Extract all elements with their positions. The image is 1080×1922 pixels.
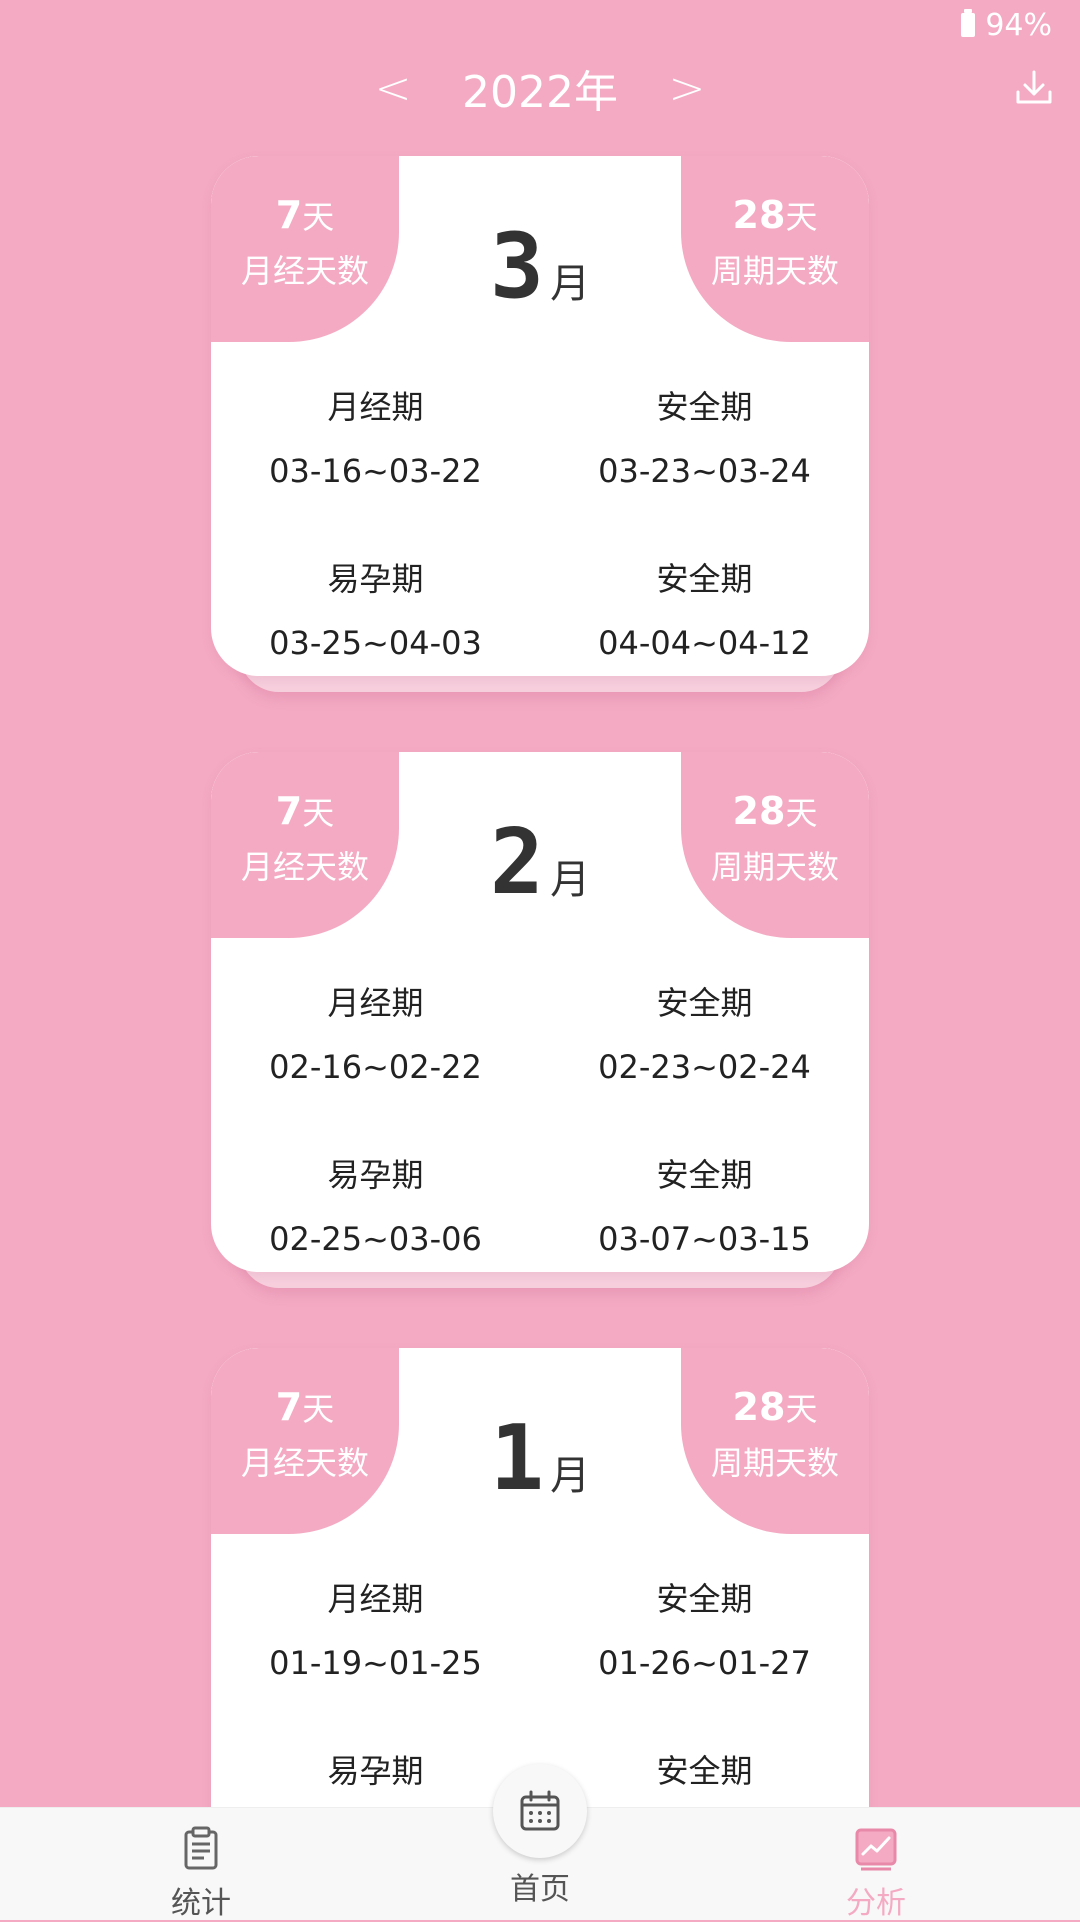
phase-grid: 月经期 03-16~03-22 安全期 03-23~03-24 易孕期 03-2… — [211, 382, 869, 662]
phase-range: 02-16~02-22 — [269, 1048, 482, 1086]
clipboard-icon — [184, 1826, 218, 1870]
phase-label: 月经期 — [327, 1580, 424, 1618]
phase-label: 安全期 — [656, 1752, 753, 1790]
phase-range: 03-25~04-03 — [269, 624, 482, 662]
status-bar: 94% — [780, 0, 1080, 50]
phase-safe: 安全期 03-23~03-24 — [540, 382, 869, 490]
battery-level: 94% — [985, 7, 1052, 43]
phase-safe: 安全期 04-04~04-12 — [540, 554, 869, 662]
phase-label: 月经期 — [327, 984, 424, 1022]
phase-label: 易孕期 — [327, 1752, 424, 1790]
phase-range: 01-26~01-27 — [598, 1644, 811, 1682]
phase-label: 易孕期 — [327, 560, 424, 598]
prev-year-button[interactable]: < — [358, 63, 428, 114]
month-title: 2 月 — [211, 810, 869, 915]
battery-icon — [961, 9, 976, 37]
phase-safe: 安全期 03-07~03-15 — [540, 1150, 869, 1258]
year-navigator: < 2022年 > — [0, 48, 1080, 128]
nav-analysis-label: 分析 — [846, 1886, 906, 1921]
phase-range: 01-19~01-25 — [269, 1644, 482, 1682]
nav-stats[interactable]: 统计 — [101, 1808, 301, 1921]
month-unit: 月 — [550, 857, 591, 903]
phase-range: 03-23~03-24 — [598, 452, 811, 490]
nav-home-label: 首页 — [510, 1872, 570, 1907]
nav-stats-label: 统计 — [171, 1886, 231, 1921]
phase-menstrual: 月经期 03-16~03-22 — [211, 382, 540, 490]
phase-safe: 安全期 02-23~02-24 — [540, 978, 869, 1086]
phase-safe: 安全期 01-26~01-27 — [540, 1574, 869, 1682]
nav-analysis[interactable]: 分析 — [776, 1808, 976, 1921]
phase-range: 03-07~03-15 — [598, 1220, 811, 1258]
phase-range: 02-25~03-06 — [269, 1220, 482, 1258]
phase-fertile: 易孕期 03-25~04-03 — [211, 554, 540, 662]
phase-label: 月经期 — [327, 388, 424, 426]
month-number: 3 — [489, 214, 544, 319]
phase-label: 易孕期 — [327, 1156, 424, 1194]
phase-range: 02-23~02-24 — [598, 1048, 811, 1086]
phase-menstrual: 月经期 02-16~02-22 — [211, 978, 540, 1086]
phase-menstrual: 月经期 01-19~01-25 — [211, 1574, 540, 1682]
phase-fertile: 易孕期 02-25~03-06 — [211, 1150, 540, 1258]
phase-label: 安全期 — [656, 1156, 753, 1194]
phase-range: 03-16~03-22 — [269, 452, 482, 490]
nav-home-button[interactable] — [493, 1764, 587, 1858]
download-icon[interactable] — [1012, 66, 1056, 110]
phase-label: 安全期 — [656, 984, 753, 1022]
calendar-icon — [520, 1790, 560, 1831]
month-number: 1 — [489, 1406, 544, 1511]
phase-range: 04-04~04-12 — [598, 624, 811, 662]
next-year-button[interactable]: > — [652, 63, 722, 114]
month-card: 7 天 月经天数 28 天 周期天数 2 月 月经期 02-16~02-22 安… — [211, 752, 869, 1288]
month-title: 3 月 — [211, 214, 869, 319]
month-unit: 月 — [550, 261, 591, 307]
header: < 2022年 > — [0, 48, 1080, 128]
month-number: 2 — [489, 810, 544, 915]
phase-label: 安全期 — [656, 560, 753, 598]
month-card-body[interactable]: 7 天 月经天数 28 天 周期天数 3 月 月经期 03-16~03-22 安… — [211, 156, 869, 676]
month-card-body[interactable]: 7 天 月经天数 28 天 周期天数 2 月 月经期 02-16~02-22 安… — [211, 752, 869, 1272]
phase-label: 安全期 — [656, 388, 753, 426]
phase-label: 安全期 — [656, 1580, 753, 1618]
phase-grid: 月经期 02-16~02-22 安全期 02-23~02-24 易孕期 02-2… — [211, 978, 869, 1258]
month-title: 1 月 — [211, 1406, 869, 1511]
phase-fertile: 易孕期 — [211, 1746, 540, 1816]
phase-safe: 安全期 — [540, 1746, 869, 1816]
month-card: 7 天 月经天数 28 天 周期天数 3 月 月经期 03-16~03-22 安… — [211, 156, 869, 692]
month-unit: 月 — [550, 1453, 591, 1499]
chart-icon — [855, 1828, 897, 1871]
year-label: 2022年 — [462, 67, 618, 118]
